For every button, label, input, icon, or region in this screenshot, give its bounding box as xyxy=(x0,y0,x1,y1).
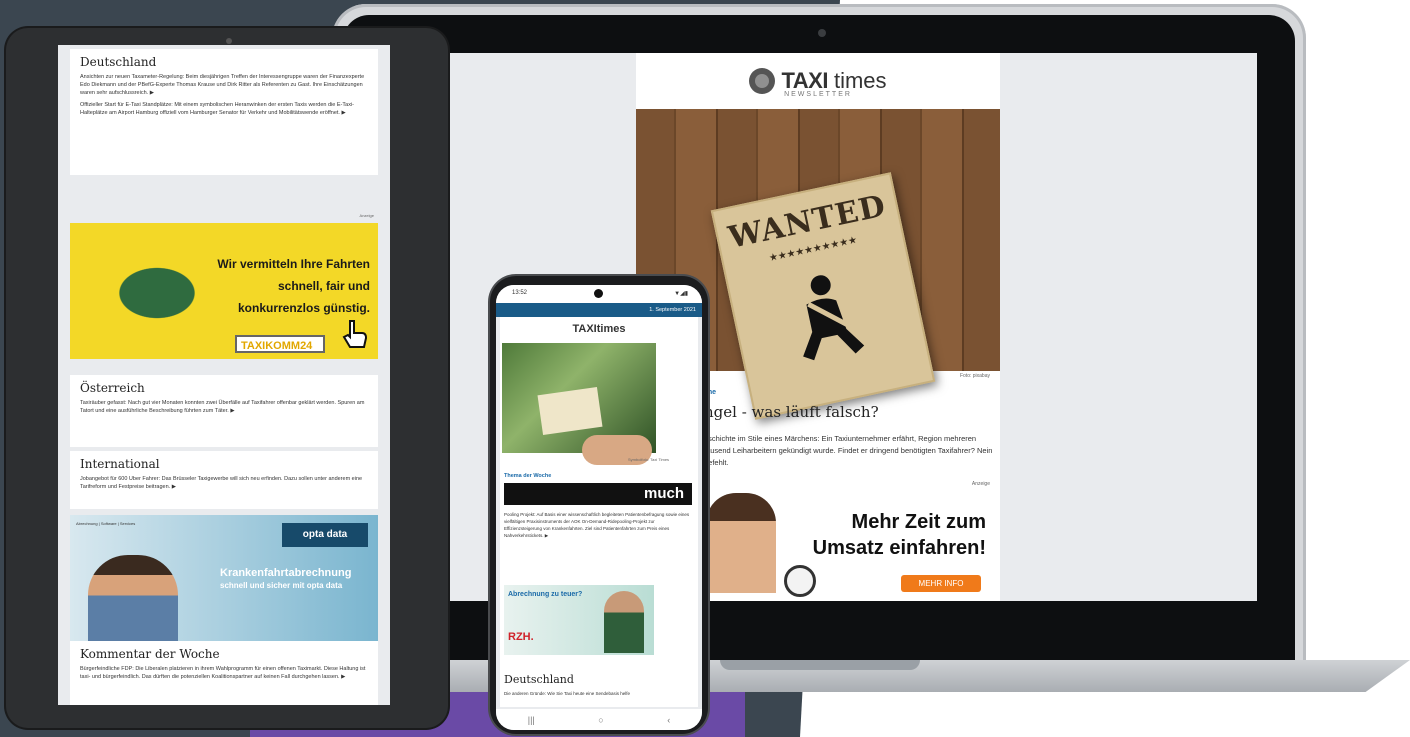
taxikomm-logo: TAXIKOMM24 xyxy=(235,335,325,353)
rzh-logo: RZH. xyxy=(508,631,534,643)
newsletter-mobile: TAXItimes Symbolfoto: Taxi Times Thema d… xyxy=(500,317,698,707)
tablet-screen: Deutschland Ansichten zur neuen Taxamete… xyxy=(58,45,390,705)
topic-label: Thema der Woche xyxy=(504,473,552,479)
section-paragraph[interactable]: Bürgerfeindliche FDP: Die Liberalen plat… xyxy=(70,665,378,685)
taxikomm-ad[interactable]: Wir vermitteln Ihre Fahrten schnell, fai… xyxy=(70,223,378,359)
ad-person-image xyxy=(706,493,776,593)
newsletter-logo[interactable]: TAXI times xyxy=(636,53,1000,109)
photo-credit: Symbolfoto: Taxi Times xyxy=(628,457,670,462)
home-icon[interactable]: ○ xyxy=(598,715,603,725)
taxikomm-ad-text: Wir vermitteln Ihre Fahrten schnell, fai… xyxy=(200,253,370,319)
ad-text-line: Wir vermitteln Ihre Fahrten xyxy=(217,257,370,271)
section-paragraph[interactable]: Taxiräuber gefasst: Nach gut vier Monate… xyxy=(70,399,378,419)
laptop-notch xyxy=(720,660,920,670)
article-teaser: eschichte im Stile eines Märchens: Ein T… xyxy=(704,434,993,467)
ad-text-line: konkurrenzlos günstig. xyxy=(237,301,370,315)
status-icons: ▼◢▮ xyxy=(674,291,688,297)
ad-headline-line1: Mehr Zeit zum xyxy=(851,511,986,533)
ad-title: Abrechnung zu teuer? xyxy=(508,591,583,598)
section-title: Österreich xyxy=(80,381,145,395)
more-info-button[interactable]: MEHR INFO xyxy=(901,575,981,592)
tablet-camera-icon xyxy=(226,38,232,44)
much-logo: much xyxy=(643,485,684,502)
ticket-image xyxy=(537,387,603,435)
opta-data-logo: opta data xyxy=(282,523,368,547)
photo-credit: Foto: pixabay xyxy=(959,373,990,379)
ad-headline-line2: Umsatz einfahren! xyxy=(812,537,986,559)
back-icon[interactable]: ‹ xyxy=(667,715,670,725)
relaxed-man-image xyxy=(88,555,178,645)
ad-label: Anzeige xyxy=(359,213,374,218)
article-teaser[interactable]: Pooling Projekt: Auf Basis einer wissens… xyxy=(504,511,692,539)
section-paragraph[interactable]: Jobangebot für 600 Uber Fahrer: Das Brüs… xyxy=(70,475,378,495)
ad-headline: Mehr Zeit zum Umsatz einfahren! xyxy=(776,509,986,561)
section-paragraph[interactable]: Die anderen Gründe: Wie Sie Taxi heute e… xyxy=(504,691,694,696)
android-nav-bar: ||| ○ ‹ xyxy=(496,709,702,730)
section-paragraph[interactable]: Offizieller Start für E-Taxi Standplätze… xyxy=(70,101,378,121)
article-headline[interactable]: ngel - was läuft falsch? xyxy=(704,403,879,421)
ad-title: Krankenfahrtabrechnung xyxy=(220,567,352,579)
camera-icon xyxy=(818,29,826,37)
ad-person-image xyxy=(604,591,644,653)
section-international: International Jobangebot für 600 Uber Fa… xyxy=(70,451,378,509)
ad-text-line: schnell, fair und xyxy=(277,279,370,293)
ad-subtitle: schnell und sicher mit opta data xyxy=(220,581,343,590)
ad-label: Anzeige xyxy=(971,481,990,487)
section-title: Deutschland xyxy=(504,673,574,686)
wanted-poster: WANTED ★★★★★★★★★★ xyxy=(710,172,936,420)
much-ad-banner[interactable]: much xyxy=(504,483,692,505)
status-time: 13:52 xyxy=(512,290,528,296)
status-bar: 13:52 ▼◢▮ xyxy=(496,285,702,303)
section-title: Deutschland xyxy=(80,55,157,69)
front-camera-icon xyxy=(594,289,603,298)
section-oesterreich: Österreich Taxiräuber gefasst: Nach gut … xyxy=(70,375,378,447)
opta-data-ad[interactable]: Abrechnung | Software | Services opta da… xyxy=(70,515,378,649)
logo-subtitle: NEWSLETTER xyxy=(784,91,852,98)
seatbelt-icon xyxy=(803,275,865,361)
ad-tabs: Abrechnung | Software | Services xyxy=(76,521,136,526)
section-paragraph[interactable]: Ansichten zur neuen Taxameter-Regelung: … xyxy=(70,73,378,101)
phone-screen: 13:52 ▼◢▮ 1. September 2021 TAXItimes Sy… xyxy=(496,285,702,730)
section-deutschland: Deutschland Ansichten zur neuen Taxamete… xyxy=(70,49,378,175)
section-kommentar: Kommentar der Woche Bürgerfeindliche FDP… xyxy=(70,641,378,705)
rzh-ad[interactable]: Abrechnung zu teuer? RZH. xyxy=(504,585,654,655)
section-title: Kommentar der Woche xyxy=(80,647,220,661)
pointer-hand-icon xyxy=(342,320,368,348)
section-title: International xyxy=(80,457,160,471)
alarm-clock-icon xyxy=(784,565,816,597)
date-bar: 1. September 2021 xyxy=(496,303,702,317)
ticket-photo[interactable] xyxy=(502,343,656,465)
newsletter-logo[interactable]: TAXItimes xyxy=(500,323,698,335)
recent-apps-icon[interactable]: ||| xyxy=(528,715,535,725)
